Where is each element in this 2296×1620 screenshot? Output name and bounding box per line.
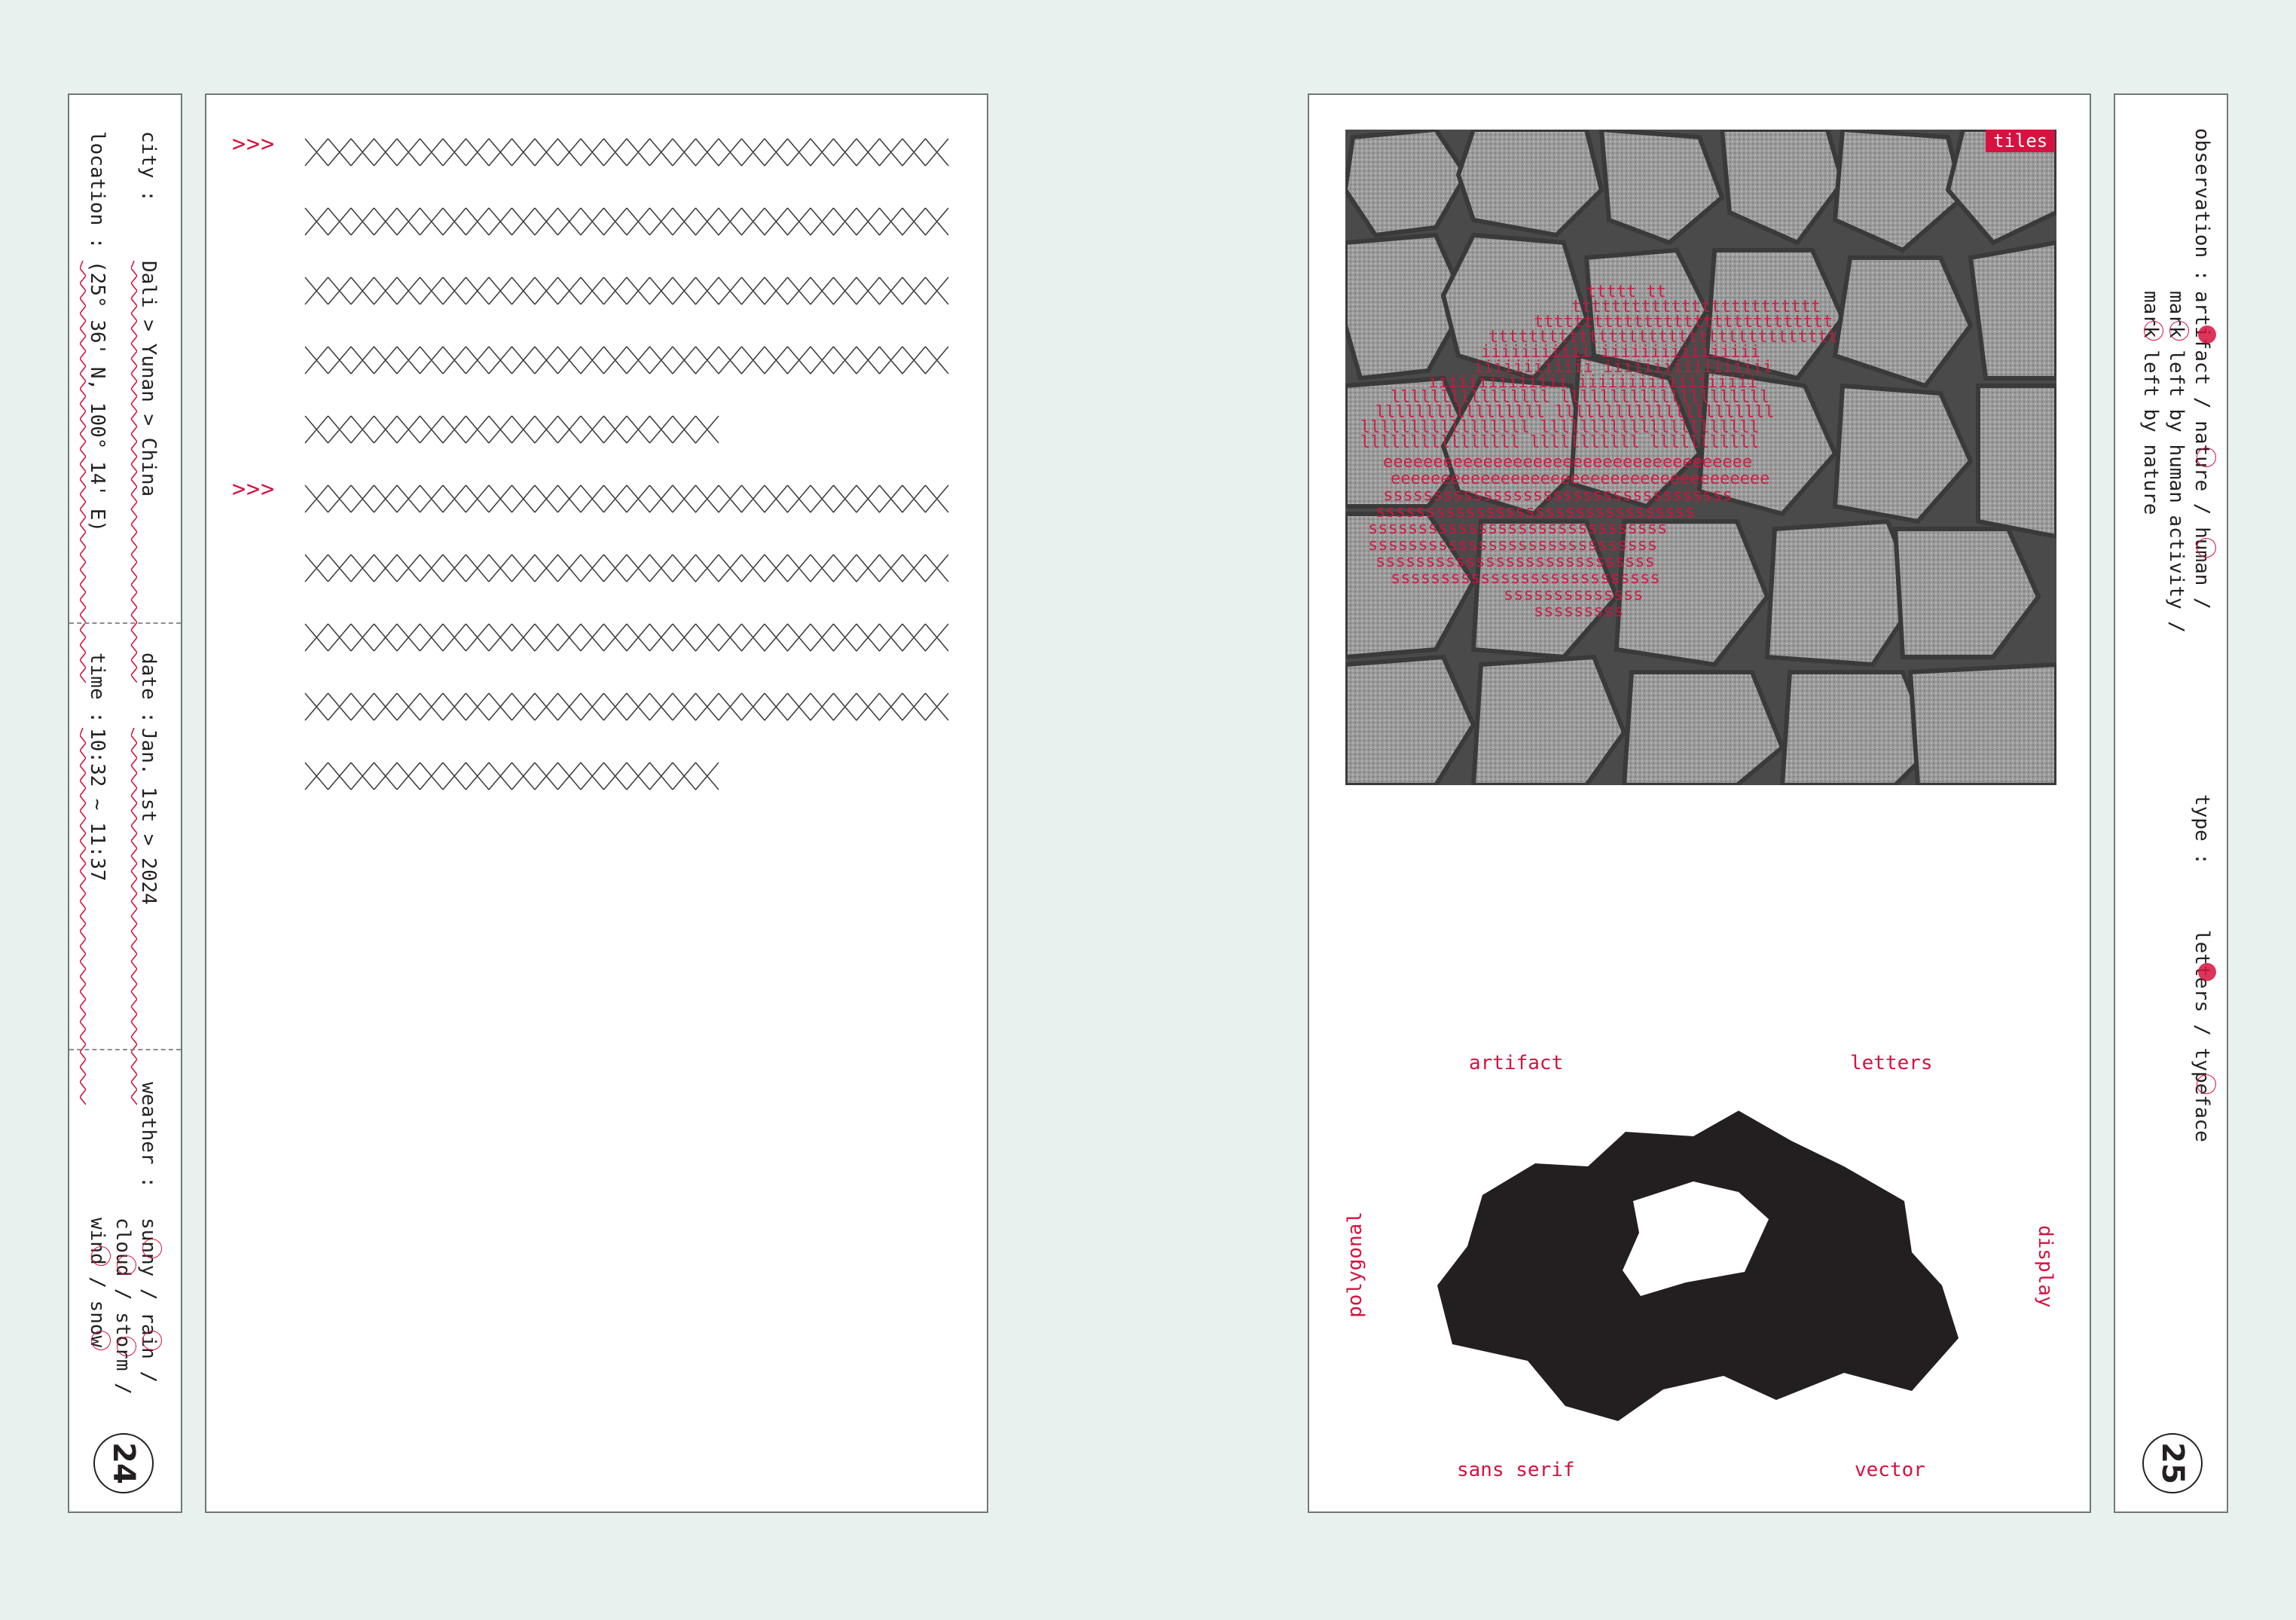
right-body-panel: ttttt tt ttttttttttttttttttttttttt ttttt… <box>1308 93 2091 1513</box>
photo-tag-badge: tiles <box>1986 130 2056 152</box>
city-value: Dali > Yunan > China <box>137 261 160 497</box>
selection-circle-snow <box>91 1331 111 1350</box>
type-label: type : <box>2191 794 2213 865</box>
wavy-underline-time <box>80 728 86 1105</box>
selection-circle-storm <box>117 1337 136 1356</box>
selection-circle-wind <box>91 1246 111 1266</box>
label-letters: letters <box>1850 1052 1933 1074</box>
redacted-text-line <box>304 484 949 513</box>
redacted-text-line <box>304 554 949 582</box>
divider-2 <box>69 1049 181 1050</box>
label-vector: vector <box>1855 1459 1925 1481</box>
selection-circle-human <box>2197 538 2216 558</box>
weather-label: weather : <box>137 1082 160 1188</box>
page-number-25: 25 <box>2142 1433 2203 1493</box>
observation-label: observation : <box>2191 128 2213 282</box>
redacted-text-line <box>304 346 949 374</box>
selection-circle-rain <box>142 1331 162 1350</box>
paragraph-marker-2: >>> <box>232 476 276 503</box>
selection-circle-nature <box>2197 448 2216 467</box>
polygonal-ring-shape <box>1437 1111 1959 1421</box>
redacted-text-line <box>304 207 949 236</box>
time-label: time : <box>86 653 108 723</box>
redacted-text-line <box>304 277 949 305</box>
selection-dot-letters <box>2198 963 2216 981</box>
label-display: display <box>2034 1225 2056 1308</box>
weather-line-3: wind / snow <box>86 1218 108 1348</box>
label-sans-serif: sans serif <box>1457 1459 1575 1481</box>
observation-line-2: mark left by human activity / <box>2165 291 2188 633</box>
redacted-text-line <box>304 692 949 721</box>
selection-circle-typeface <box>2197 1074 2216 1094</box>
date-label: date : <box>137 653 160 723</box>
location-value: (25° 36' N, 100° 14' E) <box>86 261 108 533</box>
paragraph-marker-1: >>> <box>232 131 276 157</box>
divider-1 <box>69 622 181 624</box>
wavy-underline-location <box>80 261 86 683</box>
tiles-photo: ttttt tt ttttttttttttttttttttttttt ttttt… <box>1345 130 2056 785</box>
type-value: letters / typeface <box>2191 930 2213 1142</box>
date-value: Jan. 1st > 2024 <box>137 728 160 905</box>
label-artifact: artifact <box>1469 1052 1564 1074</box>
wavy-underline-city <box>131 261 137 683</box>
redacted-text-line <box>304 762 719 790</box>
city-label: city : <box>137 131 160 202</box>
label-polygonal: polygonal <box>1344 1212 1366 1318</box>
right-sidebar-panel: observation : artifact / nature / human … <box>2114 93 2228 1513</box>
selection-circle-mark-nature <box>2144 321 2163 341</box>
wavy-underline-date <box>131 728 137 1105</box>
svg-text:sssssssss: sssssssss <box>1534 602 1623 621</box>
redacted-text-line <box>304 623 949 652</box>
selection-circle-sunny <box>142 1239 162 1258</box>
selection-circle-cloud <box>117 1255 136 1275</box>
left-sidebar-panel: city : Dali > Yunan > China location : (… <box>68 93 182 1513</box>
selection-dot-artifact <box>2198 326 2216 344</box>
svg-text:llllllllllllllll lllllllllll: llllllllllllllll lllllllllll lllllllllll <box>1360 433 1760 452</box>
time-value: 10:32 ~ 11:37 <box>86 728 108 882</box>
page-number-24: 24 <box>93 1433 154 1493</box>
weather-line-2: cloud / storm / <box>111 1218 134 1395</box>
redacted-text-line <box>304 138 949 167</box>
redacted-text-line <box>304 415 719 444</box>
left-body-panel: >>> >>> <box>205 93 988 1513</box>
location-label: location : <box>86 131 108 249</box>
selection-circle-mark-human <box>2169 321 2189 341</box>
